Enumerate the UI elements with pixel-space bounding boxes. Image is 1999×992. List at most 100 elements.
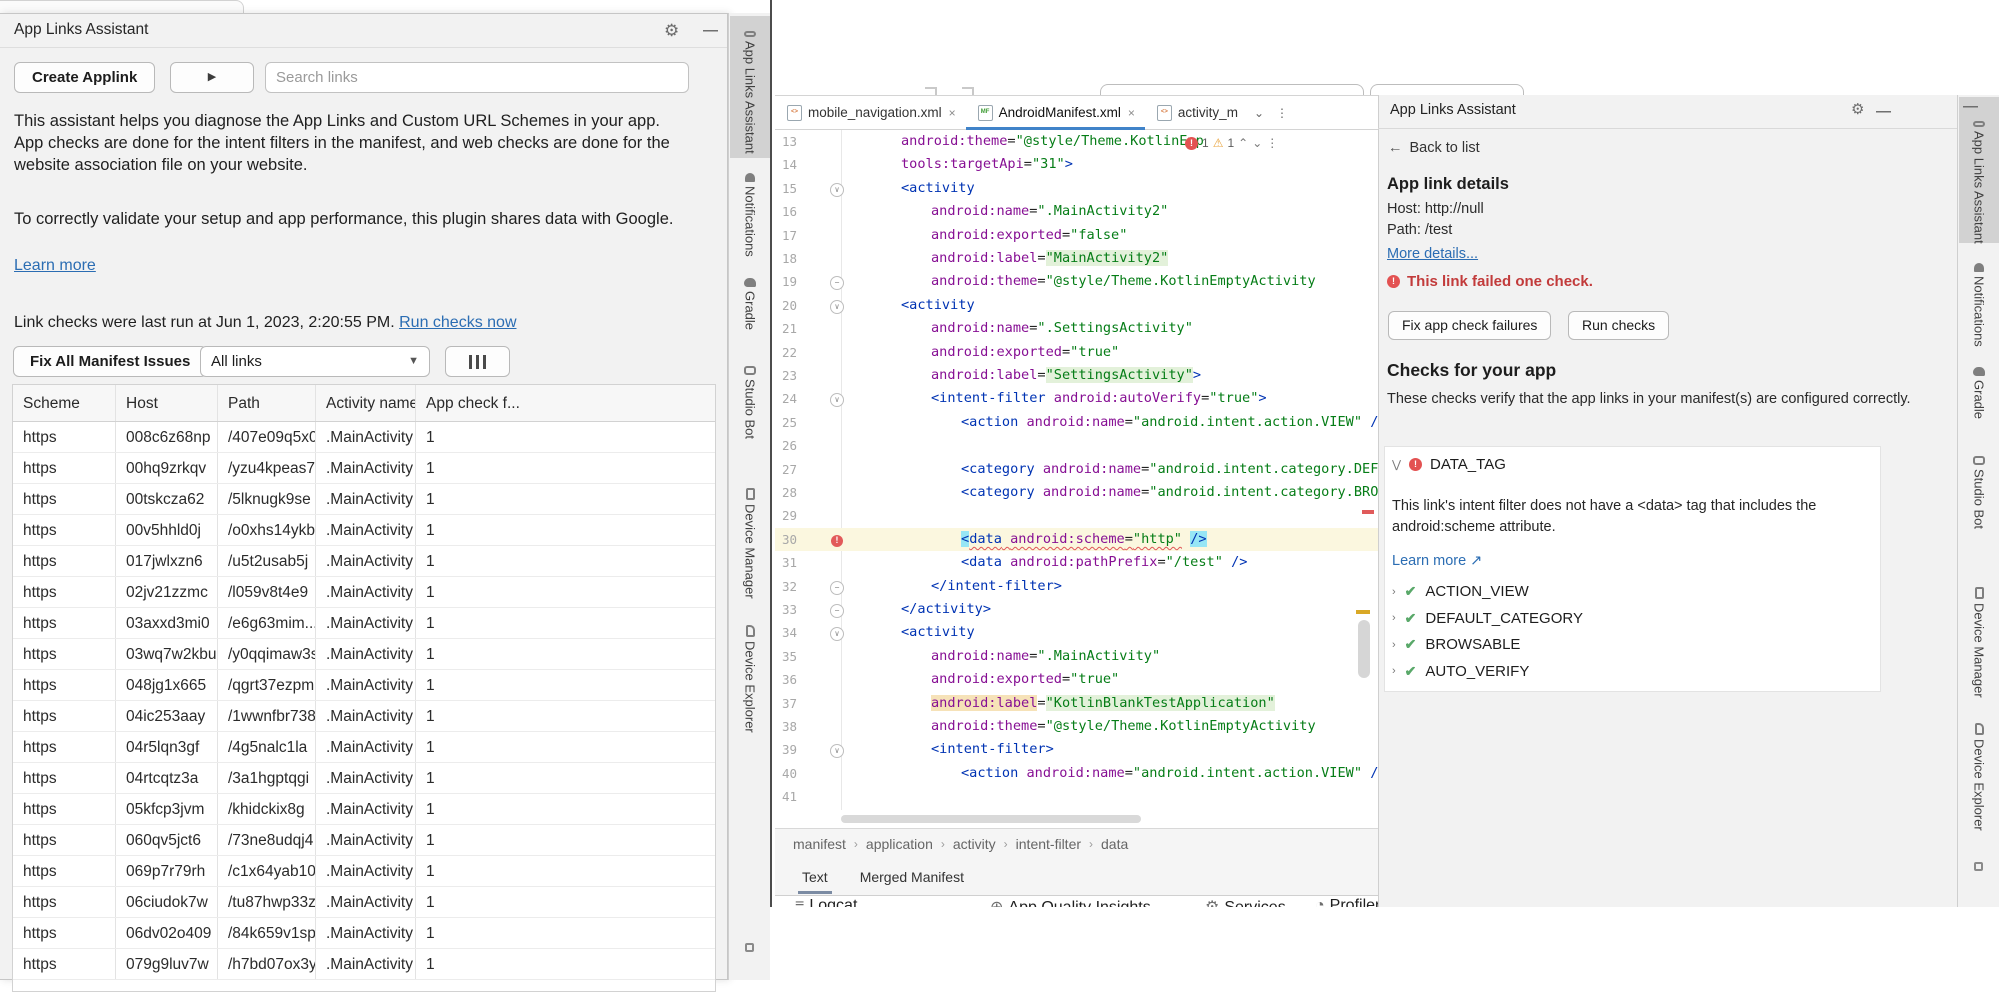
fold-icon[interactable]: − <box>830 604 844 618</box>
code-line[interactable]: 39∨<intent-filter> <box>775 738 1378 761</box>
close-icon[interactable]: × <box>949 106 956 120</box>
error-stripe-mark[interactable] <box>1362 510 1374 514</box>
horizontal-scrollbar[interactable] <box>841 815 1141 823</box>
table-row[interactable]: https00v5hhld0j/o0xhs14ykb.MainActivity1 <box>13 515 715 546</box>
table-row[interactable]: https03axxd3mi0/e6g63mim....MainActivity… <box>13 608 715 639</box>
fix-all-manifest-issues-button[interactable]: Fix All Manifest Issues <box>13 346 207 377</box>
table-row[interactable]: https017jwlxzn6/u5t2usab5j.MainActivity1 <box>13 546 715 577</box>
code-line[interactable]: 33−</activity> <box>775 598 1378 621</box>
code-line[interactable]: 26 <box>775 434 1378 457</box>
sidebar-item-gradle[interactable]: Gradle <box>729 278 771 335</box>
fold-icon[interactable]: ∨ <box>830 627 844 641</box>
table-row[interactable]: https00hq9zrkqv/yzu4kpeas7.MainActivity1 <box>13 453 715 484</box>
breadcrumb-item[interactable]: application <box>866 836 933 852</box>
fold-icon[interactable]: − <box>830 276 844 290</box>
learn-more-link[interactable]: Learn more ↗ <box>1392 553 1482 569</box>
code-line[interactable]: 30!<data android:scheme="http" /> <box>775 528 1378 551</box>
gear-icon[interactable]: ⚙ <box>1851 102 1864 117</box>
check-row-browsable[interactable]: ›✔BROWSABLE <box>1392 636 1520 653</box>
breadcrumb-item[interactable]: activity <box>953 836 996 852</box>
table-header-cell[interactable]: App check f... <box>416 385 715 421</box>
table-row[interactable]: https04r5lqn3gf/4g5nalc1la.MainActivity1 <box>13 732 715 763</box>
fold-icon[interactable]: ∨ <box>830 300 844 314</box>
tab-overflow-chevron-icon[interactable]: ⌄ <box>1248 96 1270 129</box>
back-to-list-link[interactable]: ←Back to list <box>1388 140 1480 156</box>
table-header-cell[interactable]: Host <box>116 385 218 421</box>
code-line[interactable]: 15∨<activity <box>775 177 1378 200</box>
code-line[interactable]: 14tools:targetApi="31"> <box>775 153 1378 176</box>
table-row[interactable]: https06ciudok7w/tu87hwp33z.MainActivity1 <box>13 887 715 918</box>
configure-columns-button[interactable] <box>445 346 510 377</box>
code-line[interactable]: 13android:theme="@style/Theme.KotlinEmp <box>775 130 1378 153</box>
minimize-icon[interactable]: — <box>1876 104 1891 119</box>
table-row[interactable]: https079g9luv7w/h7bd07ox3y.MainActivity1 <box>13 949 715 980</box>
table-row[interactable]: https060qv5jct6/73ne8udqj4.MainActivity1 <box>13 825 715 856</box>
inspection-widget[interactable]: !1⚠1⌃⌄⋮ <box>1185 133 1278 153</box>
check-row-action_view[interactable]: ›✔ACTION_VIEW <box>1392 583 1529 600</box>
code-line[interactable]: 40<action android:name="android.intent.a… <box>775 762 1378 785</box>
code-line[interactable]: 29 <box>775 504 1378 527</box>
tab-androidmanifest-xml[interactable]: MFAndroidManifest.xml× <box>966 96 1145 129</box>
inspection-nav-icon[interactable]: ⌃ <box>1238 136 1248 150</box>
code-line[interactable]: 16android:name=".MainActivity2" <box>775 200 1378 223</box>
sidebar-item-gradle[interactable]: Gradle <box>1958 367 1999 424</box>
code-line[interactable]: 34∨<activity <box>775 621 1378 644</box>
table-row[interactable]: https008c6z68np/407e09q5x0.MainActivity1 <box>13 422 715 453</box>
code-line[interactable]: 21android:name=".SettingsActivity" <box>775 317 1378 340</box>
sidebar-item-notifications[interactable]: Notifications <box>1958 263 1999 352</box>
fold-icon[interactable]: ∨ <box>830 393 844 407</box>
tab-activity_m[interactable]: <>activity_m <box>1145 96 1248 129</box>
gear-icon[interactable]: ⚙ <box>664 22 679 39</box>
toolwindow-button-logcat[interactable]: ≡Logcat <box>795 897 857 907</box>
table-row[interactable]: https05kfcp3jvm/khidckix8g.MainActivity1 <box>13 794 715 825</box>
fold-icon[interactable]: ∨ <box>830 183 844 197</box>
table-row[interactable]: https03wq7w2kbu/y0qqimaw3s.MainActivity1 <box>13 639 715 670</box>
code-line[interactable]: 41 <box>775 785 1378 808</box>
inspection-nav-icon[interactable]: ⌄ <box>1252 136 1262 150</box>
code-line[interactable]: 17android:exported="false" <box>775 224 1378 247</box>
toolwindow-button-services[interactable]: ⚙Services <box>1205 897 1286 907</box>
run-checks-now-link[interactable]: Run checks now <box>399 314 516 331</box>
sidebar-item-studio-bot[interactable]: Studio Bot <box>729 366 771 444</box>
play-button[interactable]: ▶ <box>170 62 254 93</box>
sidebar-item-app-links-assistant[interactable]: App Links Assistant <box>729 31 771 159</box>
create-applink-button[interactable]: Create Applink <box>14 62 155 93</box>
code-line[interactable]: 36android:exported="true" <box>775 668 1378 691</box>
close-icon[interactable]: × <box>1128 106 1135 120</box>
table-row[interactable]: https048jg1x665/qgrt37ezpm.MainActivity1 <box>13 670 715 701</box>
sidebar-item-device-explorer[interactable]: Device Explorer <box>729 625 771 738</box>
table-row[interactable]: https069p7r79rh/c1x64yab10.MainActivity1 <box>13 856 715 887</box>
table-row[interactable]: https04rtcqtz3a/3a1hgptqgi.MainActivity1 <box>13 763 715 794</box>
vertical-scrollbar[interactable] <box>1358 620 1370 678</box>
data-tag-check-row[interactable]: ⋁ ! DATA_TAG <box>1392 456 1506 473</box>
fold-icon[interactable]: ∨ <box>830 744 844 758</box>
code-line[interactable]: 28<category android:name="android.intent… <box>775 481 1378 504</box>
table-header-cell[interactable]: Path <box>218 385 316 421</box>
code-line[interactable]: 37android:label="KotlinBlankTestApplicat… <box>775 692 1378 715</box>
learn-more-link[interactable]: Learn more <box>14 257 96 275</box>
tab-text[interactable]: Text <box>800 860 830 894</box>
table-row[interactable]: https00tskcza62/5lknugk9se.MainActivity1 <box>13 484 715 515</box>
tool-icon-partial[interactable] <box>745 943 754 952</box>
fix-app-check-failures-button[interactable]: Fix app check failures <box>1388 311 1551 340</box>
warning-stripe-mark[interactable] <box>1356 610 1370 614</box>
code-line[interactable]: 32−</intent-filter> <box>775 575 1378 598</box>
code-line[interactable]: 20∨<activity <box>775 294 1378 317</box>
tab-kebab-icon[interactable]: ⋮ <box>1270 96 1294 129</box>
sidebar-item-device-manager[interactable]: Device Manager <box>1958 587 1999 703</box>
search-input[interactable] <box>265 62 689 93</box>
more-details-link[interactable]: More details... <box>1387 246 1478 262</box>
code-line[interactable]: 18android:label="MainActivity2" <box>775 247 1378 270</box>
code-line[interactable]: 31<data android:pathPrefix="/test" /> <box>775 551 1378 574</box>
error-bulb-icon[interactable]: ! <box>831 535 843 547</box>
sidebar-item-notifications[interactable]: Notifications <box>729 173 771 262</box>
code-line[interactable]: 22android:exported="true" <box>775 341 1378 364</box>
table-row[interactable]: https02jv21zzmc/l059v8t4e9.MainActivity1 <box>13 577 715 608</box>
breadcrumb-item[interactable]: manifest <box>793 836 846 852</box>
run-checks-button[interactable]: Run checks <box>1568 311 1669 340</box>
breadcrumb-item[interactable]: data <box>1101 836 1128 852</box>
code-editor[interactable]: 13android:theme="@style/Theme.KotlinEmp1… <box>775 130 1378 828</box>
minimize-icon[interactable]: — <box>703 23 718 38</box>
code-line[interactable]: 24∨<intent-filter android:autoVerify="tr… <box>775 387 1378 410</box>
check-row-default_category[interactable]: ›✔DEFAULT_CATEGORY <box>1392 610 1583 627</box>
